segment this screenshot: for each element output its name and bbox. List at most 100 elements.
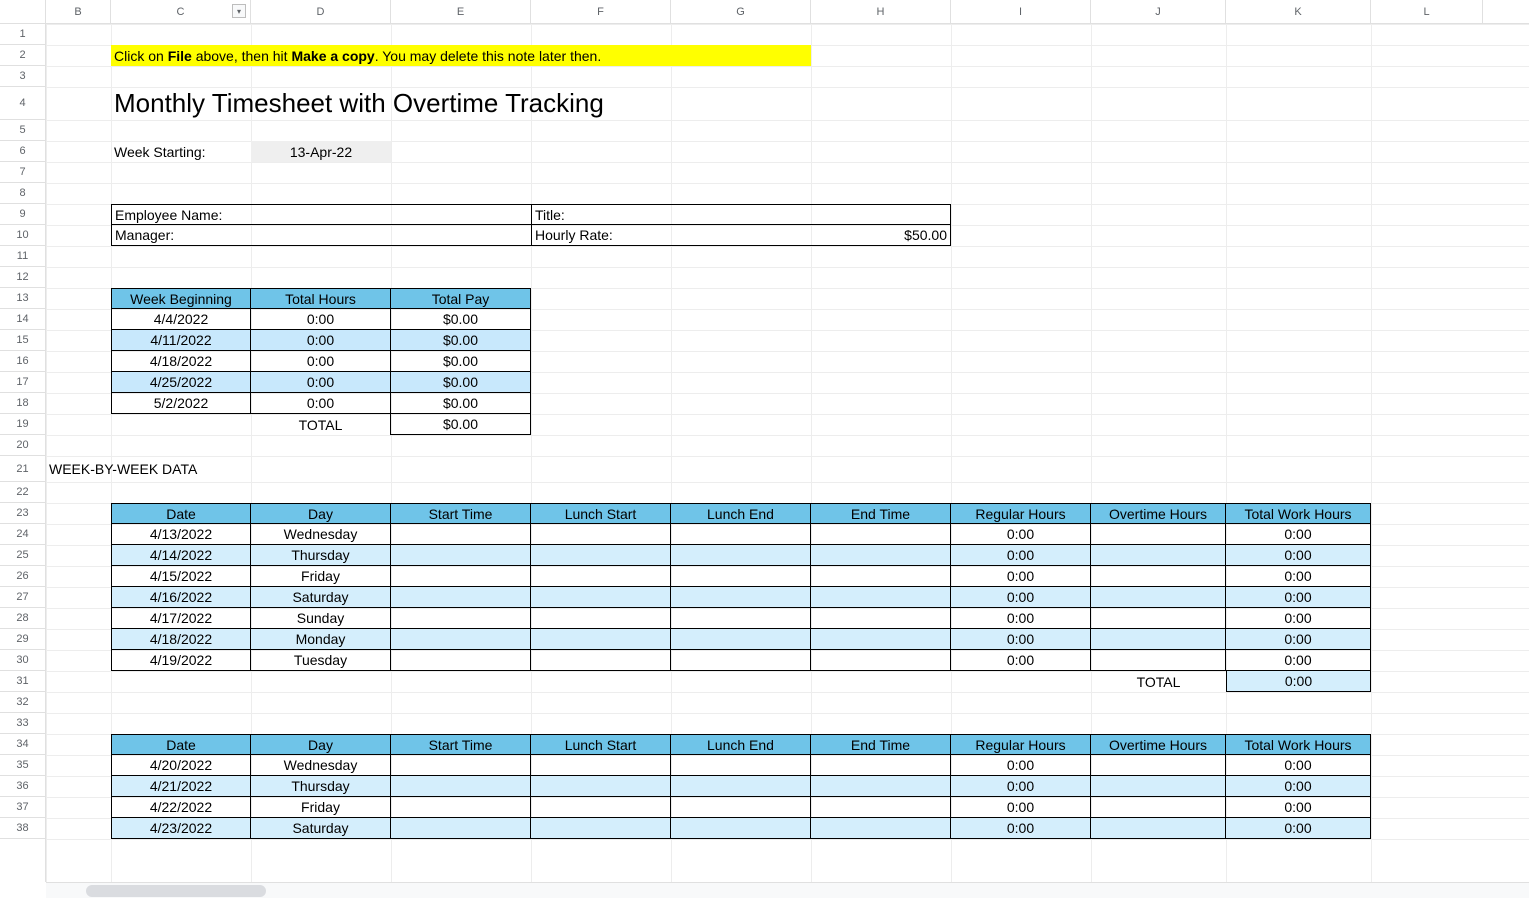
row-header-10[interactable]: 10 <box>0 225 45 246</box>
week-cell-reg[interactable]: 0:00 <box>951 797 1091 818</box>
week-cell-lend[interactable] <box>671 566 811 587</box>
week-cell-reg[interactable]: 0:00 <box>951 629 1091 650</box>
row-header-3[interactable]: 3 <box>0 66 45 87</box>
week-cell-start[interactable] <box>391 545 531 566</box>
row-header-4[interactable]: 4 <box>0 87 45 120</box>
row-header-12[interactable]: 12 <box>0 267 45 288</box>
week-cell-day[interactable]: Tuesday <box>251 650 391 671</box>
summary-pay[interactable]: $0.00 <box>391 393 531 414</box>
summary-pay[interactable]: $0.00 <box>391 330 531 351</box>
row-header-16[interactable]: 16 <box>0 351 45 372</box>
week-cell-lstart[interactable] <box>531 797 671 818</box>
col-header-F[interactable]: F <box>531 0 671 23</box>
summary-hours[interactable]: 0:00 <box>251 309 391 330</box>
employee-name-label[interactable]: Employee Name: <box>111 204 531 225</box>
week-cell-lend[interactable] <box>671 524 811 545</box>
summary-pay[interactable]: $0.00 <box>391 309 531 330</box>
week-cell-day[interactable]: Friday <box>251 566 391 587</box>
week-cell-start[interactable] <box>391 776 531 797</box>
week-cell-end[interactable] <box>811 629 951 650</box>
row-header-36[interactable]: 36 <box>0 776 45 797</box>
summary-hours[interactable]: 0:00 <box>251 330 391 351</box>
week-cell-date[interactable]: 4/21/2022 <box>111 776 251 797</box>
week-cell-total[interactable]: 0:00 <box>1226 545 1371 566</box>
row-header-21[interactable]: 21 <box>0 456 45 482</box>
week-cell-reg[interactable]: 0:00 <box>951 818 1091 839</box>
horizontal-scrollbar[interactable] <box>46 882 1529 898</box>
week-cell-lend[interactable] <box>671 776 811 797</box>
summary-hours[interactable]: 0:00 <box>251 351 391 372</box>
week-cell-ot[interactable] <box>1091 755 1226 776</box>
week-cell-lend[interactable] <box>671 755 811 776</box>
week-cell-date[interactable]: 4/13/2022 <box>111 524 251 545</box>
row-header-23[interactable]: 23 <box>0 503 45 524</box>
week-cell-end[interactable] <box>811 608 951 629</box>
week-cell-total[interactable]: 0:00 <box>1226 776 1371 797</box>
week-cell-lstart[interactable] <box>531 818 671 839</box>
week-cell-day[interactable]: Saturday <box>251 818 391 839</box>
week-cell-date[interactable]: 4/14/2022 <box>111 545 251 566</box>
week-cell-day[interactable]: Wednesday <box>251 524 391 545</box>
week-cell-reg[interactable]: 0:00 <box>951 566 1091 587</box>
week-cell-start[interactable] <box>391 755 531 776</box>
week-cell-total[interactable]: 0:00 <box>1226 587 1371 608</box>
week-cell-date[interactable]: 4/18/2022 <box>111 629 251 650</box>
week-cell-end[interactable] <box>811 818 951 839</box>
week-cell-total[interactable]: 0:00 <box>1226 818 1371 839</box>
week-cell-end[interactable] <box>811 797 951 818</box>
week-cell-start[interactable] <box>391 608 531 629</box>
week-cell-start[interactable] <box>391 650 531 671</box>
week-cell-lend[interactable] <box>671 650 811 671</box>
row-header-26[interactable]: 26 <box>0 566 45 587</box>
week-cell-ot[interactable] <box>1091 776 1226 797</box>
row-header-8[interactable]: 8 <box>0 183 45 204</box>
week-cell-day[interactable]: Sunday <box>251 608 391 629</box>
week-cell-ot[interactable] <box>1091 629 1226 650</box>
week-cell-start[interactable] <box>391 587 531 608</box>
week-cell-reg[interactable]: 0:00 <box>951 608 1091 629</box>
hourly-rate-label[interactable]: Hourly Rate: <box>531 225 671 246</box>
col-header-G[interactable]: G <box>671 0 811 23</box>
week-cell-end[interactable] <box>811 776 951 797</box>
week-cell-total[interactable]: 0:00 <box>1226 608 1371 629</box>
title-value[interactable] <box>811 204 951 225</box>
row-header-33[interactable]: 33 <box>0 713 45 734</box>
week-cell-end[interactable] <box>811 566 951 587</box>
week-cell-lstart[interactable] <box>531 545 671 566</box>
week-cell-lend[interactable] <box>671 818 811 839</box>
week-cell-lstart[interactable] <box>531 587 671 608</box>
week-cell-start[interactable] <box>391 524 531 545</box>
week-cell-total[interactable]: 0:00 <box>1226 650 1371 671</box>
week-cell-date[interactable]: 4/17/2022 <box>111 608 251 629</box>
row-header-15[interactable]: 15 <box>0 330 45 351</box>
week-cell-end[interactable] <box>811 755 951 776</box>
week-cell-end[interactable] <box>811 587 951 608</box>
summary-week[interactable]: 4/18/2022 <box>111 351 251 372</box>
week-cell-total[interactable]: 0:00 <box>1226 629 1371 650</box>
week-cell-total[interactable]: 0:00 <box>1226 566 1371 587</box>
week-cell-start[interactable] <box>391 818 531 839</box>
manager-label[interactable]: Manager: <box>111 225 531 246</box>
filter-dropdown-icon[interactable]: ▾ <box>232 4 246 18</box>
row-header-28[interactable]: 28 <box>0 608 45 629</box>
grid-area[interactable]: Click on File above, then hit Make a cop… <box>46 24 1529 882</box>
week-cell-start[interactable] <box>391 566 531 587</box>
week-cell-lstart[interactable] <box>531 566 671 587</box>
week-cell-reg[interactable]: 0:00 <box>951 587 1091 608</box>
summary-week[interactable]: 5/2/2022 <box>111 393 251 414</box>
row-header-18[interactable]: 18 <box>0 393 45 414</box>
row-header-30[interactable]: 30 <box>0 650 45 671</box>
row-header-38[interactable]: 38 <box>0 818 45 839</box>
week-cell-lstart[interactable] <box>531 776 671 797</box>
week-cell-lstart[interactable] <box>531 629 671 650</box>
week-cell-ot[interactable] <box>1091 524 1226 545</box>
col-header-D[interactable]: D <box>251 0 391 23</box>
week-cell-date[interactable]: 4/23/2022 <box>111 818 251 839</box>
col-header-J[interactable]: J <box>1091 0 1226 23</box>
week-cell-ot[interactable] <box>1091 650 1226 671</box>
week-cell-day[interactable]: Friday <box>251 797 391 818</box>
col-header-C[interactable]: C▾ <box>111 0 251 23</box>
week-cell-date[interactable]: 4/16/2022 <box>111 587 251 608</box>
week-cell-ot[interactable] <box>1091 608 1226 629</box>
week-cell-total[interactable]: 0:00 <box>1226 524 1371 545</box>
